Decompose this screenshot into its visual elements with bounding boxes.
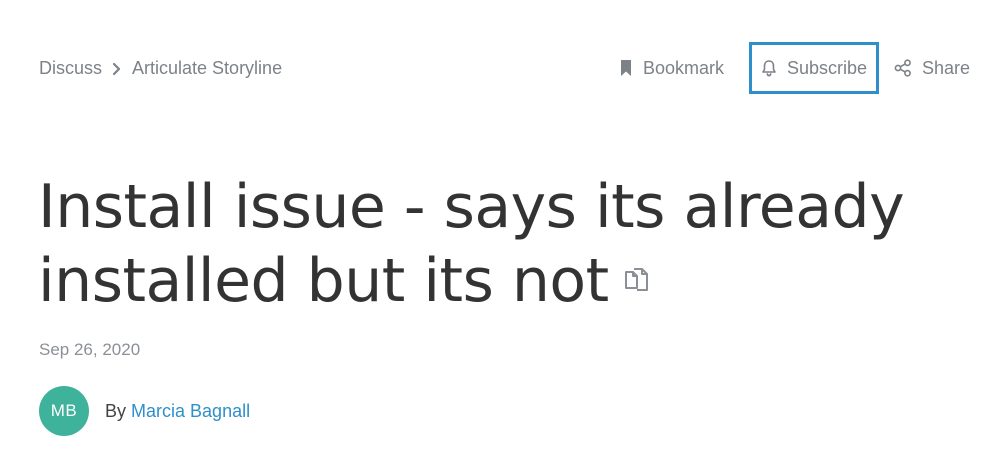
avatar[interactable]: MB — [39, 386, 89, 436]
post-date: Sep 26, 2020 — [39, 340, 141, 359]
subscribe-label: Subscribe — [787, 57, 868, 78]
author-info: MB By Marcia Bagnall — [39, 386, 250, 436]
byline-prefix: By — [105, 400, 127, 421]
copy-icon[interactable] — [623, 266, 651, 294]
chevron-right-icon — [102, 62, 132, 76]
bookmark-icon — [619, 59, 633, 77]
breadcrumb: Discuss Articulate Storyline — [39, 58, 282, 79]
bookmark-button[interactable]: Bookmark — [619, 42, 724, 94]
breadcrumb-item-discuss[interactable]: Discuss — [39, 58, 102, 79]
share-button[interactable]: Share — [894, 42, 970, 94]
subscribe-button[interactable]: Subscribe — [749, 42, 879, 94]
byline: By Marcia Bagnall — [105, 401, 250, 422]
avatar-initials: MB — [50, 401, 78, 420]
author-name-link[interactable]: Marcia Bagnall — [131, 401, 250, 421]
bell-icon — [761, 59, 777, 77]
share-icon — [894, 59, 912, 77]
share-label: Share — [922, 57, 971, 78]
bookmark-label: Bookmark — [643, 57, 725, 78]
breadcrumb-item-articulate-storyline[interactable]: Articulate Storyline — [132, 58, 282, 79]
post-title-text: Install issue - says its already install… — [38, 172, 905, 316]
top-bar: Discuss Articulate Storyline Bookmark Su… — [0, 0, 999, 120]
post-title: Install issue - says its already install… — [38, 170, 938, 318]
